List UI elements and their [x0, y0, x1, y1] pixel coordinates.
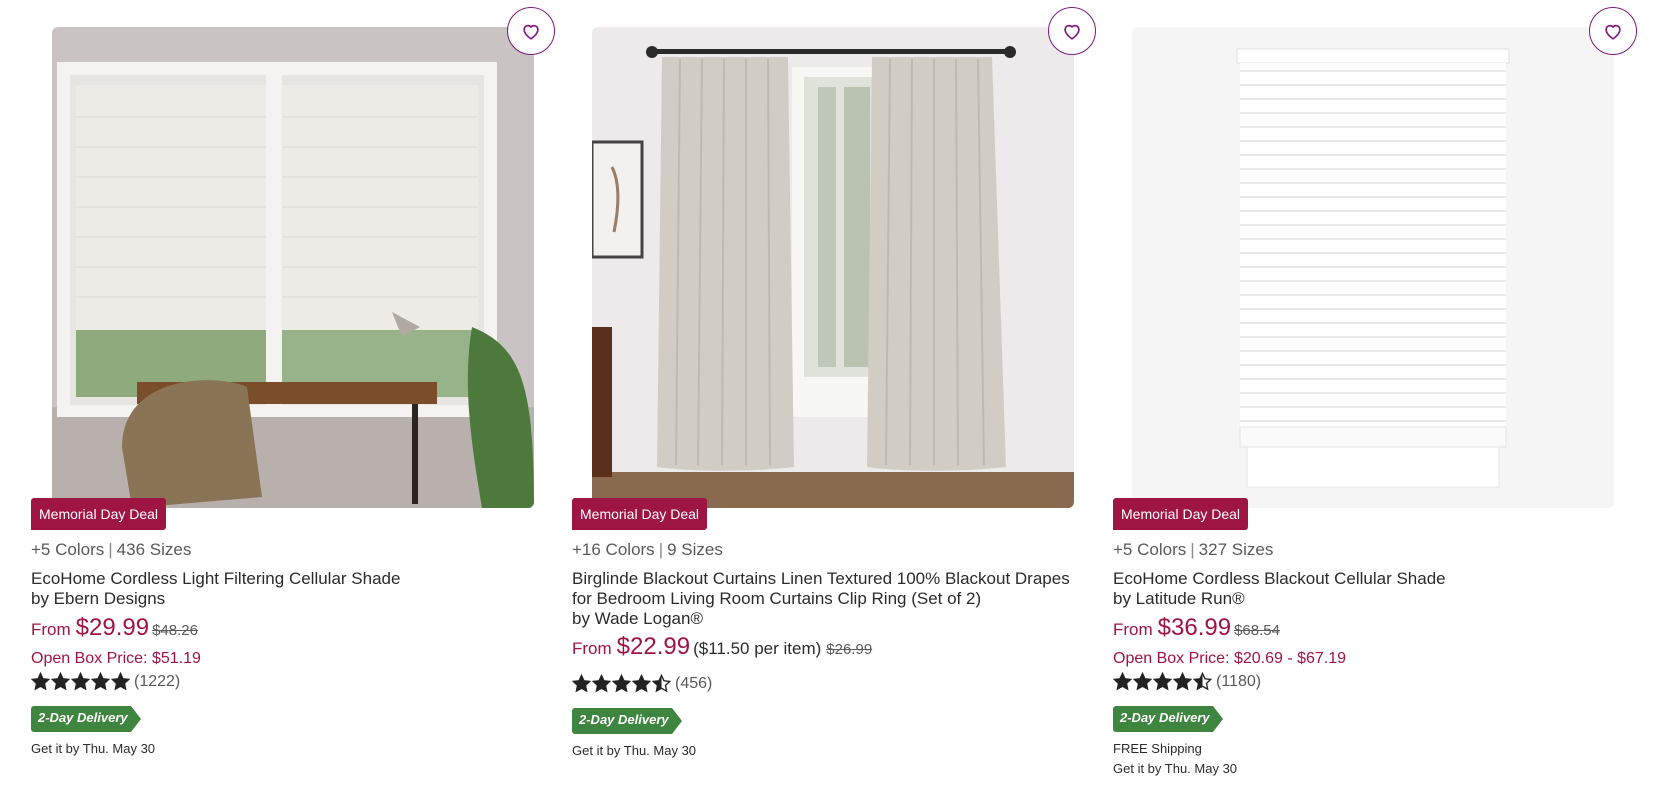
open-box-price[interactable]: Open Box Price: $20.69 - $67.19	[1113, 650, 1346, 668]
cellular-shade-product-photo	[1132, 27, 1614, 508]
price-prefix: From	[572, 639, 612, 658]
star-full-icon	[1173, 672, 1192, 691]
heart-icon	[1605, 24, 1621, 40]
delivery-date: Get it by Thu. May 30	[31, 741, 156, 756]
star-half-icon	[652, 674, 671, 693]
star-full-icon	[71, 672, 90, 691]
product-options: +16 Colors | 9 Sizes	[572, 540, 723, 560]
original-price: $68.54	[1234, 622, 1280, 639]
product-options: +5 Colors | 327 Sizes	[1113, 540, 1273, 560]
deal-badge: Memorial Day Deal	[572, 498, 708, 530]
star-full-icon	[31, 672, 50, 691]
color-count: +5 Colors	[1113, 540, 1187, 559]
sale-price: $36.99	[1157, 614, 1232, 641]
product-title[interactable]: EcoHome Cordless Blackout Cellular Shade	[1113, 569, 1446, 588]
color-count: +16 Colors	[572, 540, 655, 559]
heart-icon	[523, 24, 539, 40]
delivery-date: Get it by Thu. May 30	[572, 743, 697, 758]
star-full-icon	[1153, 672, 1172, 691]
star-half-icon	[1193, 672, 1212, 691]
product-card[interactable]: Memorial Day Deal +5 Colors | 436 Sizes Ec…	[31, 0, 555, 796]
delivery-badge: 2-Day Delivery	[572, 708, 682, 734]
per-item-price: ($11.50 per item)	[693, 639, 822, 658]
deal-badge: Memorial Day Deal	[1113, 498, 1249, 530]
product-name[interactable]: Birglinde Blackout Curtains Linen Textur…	[572, 569, 1072, 629]
size-count: 436 Sizes	[116, 540, 192, 559]
delivery-date: Get it by Thu. May 30	[1113, 761, 1238, 776]
price-row: From $29.99 $48.26	[31, 614, 198, 642]
product-image[interactable]	[1132, 27, 1614, 508]
original-price: $48.26	[152, 622, 198, 639]
product-image[interactable]	[592, 27, 1074, 508]
sale-price: $22.99	[616, 633, 691, 660]
original-price: $26.99	[826, 641, 873, 658]
size-count: 9 Sizes	[667, 540, 723, 559]
review-count[interactable]: (456)	[675, 675, 712, 693]
star-full-icon	[51, 672, 70, 691]
product-brand[interactable]: by Ebern Designs	[31, 589, 531, 609]
review-count[interactable]: (1180)	[1216, 673, 1261, 691]
product-card[interactable]: Memorial Day Deal +16 Colors | 9 Sizes Bir…	[572, 0, 1096, 796]
price-row: From $22.99 ($11.50 per item) $26.99	[572, 633, 872, 661]
star-rating: (1222)	[31, 672, 180, 691]
product-brand[interactable]: by Wade Logan®	[572, 609, 1072, 629]
star-full-icon	[1133, 672, 1152, 691]
product-name[interactable]: EcoHome Cordless Light Filtering Cellula…	[31, 569, 531, 609]
delivery-badge-label: 2-Day Delivery	[579, 712, 669, 727]
favorite-button[interactable]	[1048, 7, 1096, 55]
sale-price: $29.99	[75, 614, 150, 641]
review-count[interactable]: (1222)	[134, 673, 180, 691]
star-full-icon	[91, 672, 110, 691]
price-row: From $36.99 $68.54	[1113, 614, 1280, 642]
product-name[interactable]: EcoHome Cordless Blackout Cellular Shade…	[1113, 569, 1613, 609]
product-brand[interactable]: by Latitude Run®	[1113, 589, 1613, 609]
delivery-badge: 2-Day Delivery	[31, 706, 141, 732]
star-full-icon	[592, 674, 611, 693]
star-full-icon	[1113, 672, 1132, 691]
star-full-icon	[612, 674, 631, 693]
price-prefix: From	[1113, 620, 1153, 639]
star-full-icon	[632, 674, 651, 693]
delivery-badge: 2-Day Delivery	[1113, 706, 1223, 732]
open-box-price[interactable]: Open Box Price: $51.19	[31, 650, 201, 668]
heart-icon	[1064, 24, 1080, 40]
delivery-badge-label: 2-Day Delivery	[1120, 710, 1210, 725]
star-full-icon	[572, 674, 591, 693]
favorite-button[interactable]	[507, 7, 555, 55]
star-rating: (1180)	[1113, 672, 1261, 691]
options-separator: |	[658, 540, 664, 559]
free-shipping: FREE Shipping	[1113, 741, 1202, 756]
product-card[interactable]: Memorial Day Deal +5 Colors | 327 Sizes Ec…	[1113, 0, 1637, 796]
product-image[interactable]	[52, 27, 534, 508]
color-count: +5 Colors	[31, 540, 105, 559]
linen-curtains-photo	[592, 27, 1074, 508]
favorite-button[interactable]	[1589, 7, 1637, 55]
roller-shade-office-photo	[52, 27, 534, 508]
product-options: +5 Colors | 436 Sizes	[31, 540, 191, 560]
star-full-icon	[111, 672, 130, 691]
deal-badge: Memorial Day Deal	[31, 498, 167, 530]
star-rating: (456)	[572, 674, 712, 693]
product-title[interactable]: Birglinde Blackout Curtains Linen Textur…	[572, 569, 1070, 608]
options-separator: |	[108, 540, 113, 559]
price-prefix: From	[31, 620, 71, 639]
product-title[interactable]: EcoHome Cordless Light Filtering Cellula…	[31, 569, 400, 588]
size-count: 327 Sizes	[1198, 540, 1274, 559]
options-separator: |	[1190, 540, 1195, 559]
delivery-badge-label: 2-Day Delivery	[38, 710, 128, 725]
